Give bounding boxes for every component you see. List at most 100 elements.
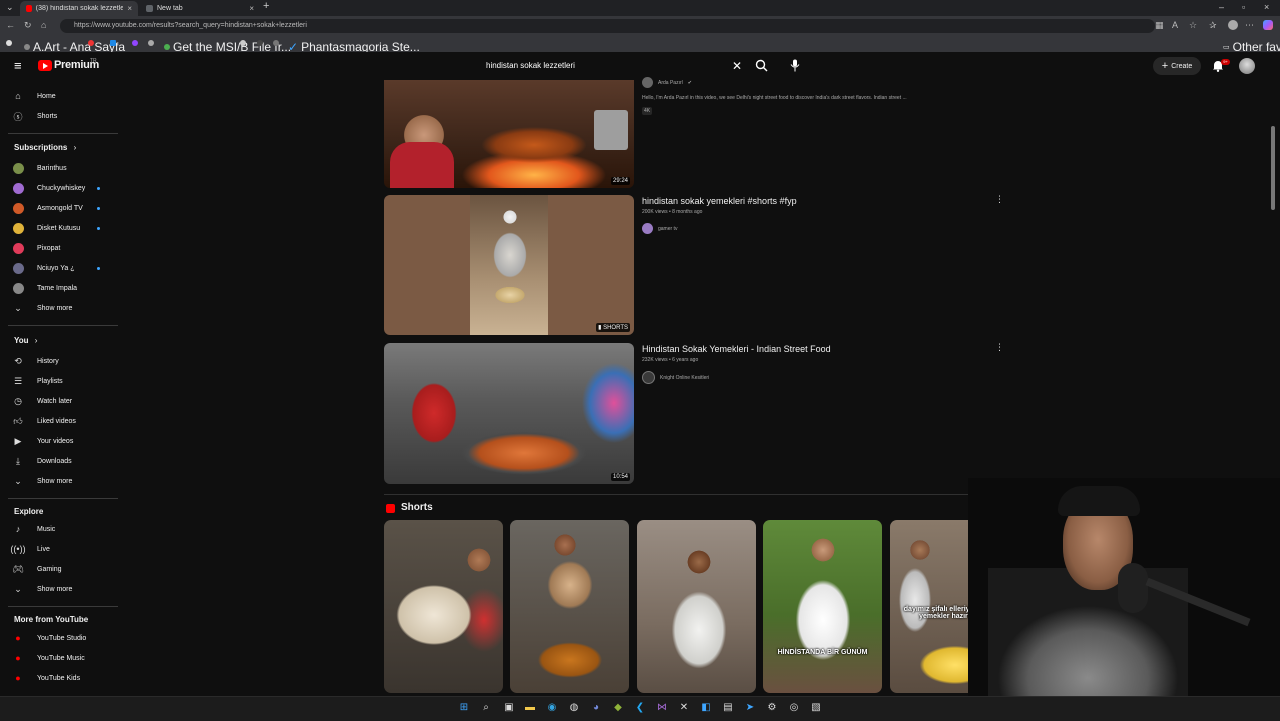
sidebar-item-history[interactable]: ⟲ History [10,352,116,370]
tab-actions-icon[interactable]: ⌄ [6,2,14,13]
task-view-icon[interactable]: ▣ [502,701,516,715]
sidebar-item-live[interactable]: ((•)) Live [10,540,116,558]
tab-new-tab[interactable]: New tab × [140,1,260,16]
sidebar-item-nciuyo[interactable]: Nciuyo Ya ¿ [10,259,116,277]
favorite-star-icon[interactable]: ☆ [1189,20,1197,31]
discord-icon[interactable]: ◕ [589,701,603,715]
search-icon[interactable] [755,59,768,75]
menu-icon[interactable]: ≡ [14,58,22,73]
app-icon[interactable]: ◆ [611,701,625,715]
back-icon[interactable]: ← [6,20,15,30]
copilot-icon[interactable] [1263,20,1273,30]
tab-youtube[interactable]: (38) hindistan sokak lezzetleri - Yo × [20,1,138,16]
app-icon[interactable]: ▤ [721,701,735,715]
short-card[interactable] [510,520,629,693]
bookmark-icon-b[interactable] [257,40,263,46]
video-title[interactable]: hindistan sokak yemekleri #shorts #fyp [642,196,797,206]
sidebar-item-tame-impala[interactable]: Tame Impala [10,279,116,297]
you-heading[interactable]: You › [14,336,37,345]
sidebar-item-chuckywhiskey[interactable]: Chuckywhiskey [10,179,116,197]
sidebar-item-watch-later[interactable]: ◷ Watch later [10,392,116,410]
vscode-icon[interactable]: ❮ [633,701,647,715]
app-icon[interactable]: ➤ [743,701,757,715]
settings-icon[interactable]: ⚙ [765,701,779,715]
taskbar-search-icon[interactable]: ⌕ [479,701,493,715]
create-button[interactable]: + Create [1153,57,1201,75]
avatar[interactable] [1239,58,1255,74]
edge-icon[interactable]: ◉ [545,701,559,715]
short-card[interactable]: HİNDİSTANDA BİR GÜNÜM [763,520,882,693]
home-page-icon[interactable]: ⌂ [41,20,46,30]
sidebar-item-youtube-kids[interactable]: ● YouTube Kids [10,669,116,687]
sidebar-item-gaming[interactable]: 🎮︎ Gaming [10,560,116,578]
clear-search-icon[interactable]: ✕ [732,59,742,73]
refresh-icon[interactable]: ↻ [24,20,32,31]
bookmark-icon[interactable] [6,40,12,46]
sidebar-show-more-subscriptions[interactable]: ⌄ Show more [10,299,116,317]
sidebar-item-pixopat[interactable]: Pixopat [10,239,116,257]
logo-play-icon [43,63,48,69]
sidebar-item-label: YouTube Studio [37,634,87,642]
subscriptions-heading[interactable]: Subscriptions › [14,143,76,152]
microphone-icon[interactable] [790,59,800,75]
short-card[interactable] [637,520,756,693]
more-icon[interactable]: ⋯ [1245,20,1254,31]
window-close-icon[interactable]: × [1264,2,1269,12]
sidebar-item-music[interactable]: ♪ Music [10,520,116,538]
app-icon[interactable]: ◧ [699,701,713,715]
chrome-icon[interactable]: ◍ [567,701,581,715]
bookmark-gray-icon[interactable] [148,40,154,46]
scrollbar-thumb[interactable] [1271,126,1275,210]
home-icon: ⌂ [15,91,21,101]
sidebar-item-your-videos[interactable]: ▶ Your videos [10,432,116,450]
bookmark-linkedin-icon[interactable] [110,40,116,46]
sidebar-item-downloads[interactable]: ⤓ Downloads [10,452,116,470]
file-explorer-icon[interactable]: ▬ [523,701,537,715]
sidebar-item-youtube-studio[interactable]: ● YouTube Studio [10,629,116,647]
avatar [13,202,24,214]
more-actions-icon[interactable]: ⋮ [995,194,1004,205]
app-icon[interactable]: ▧ [809,701,823,715]
sidebar-show-more-explore[interactable]: ⌄ Show more [10,580,116,598]
short-card[interactable] [384,520,503,693]
video-thumbnail[interactable]: ▮ SHORTS [384,195,634,335]
search-input[interactable]: hindistan sokak lezzetleri [478,56,750,76]
sidebar-item-shorts[interactable]: ⓢ Shorts [10,107,116,125]
app-icon[interactable]: ✕ [677,701,691,715]
video-thumbnail[interactable]: 29:24 [384,80,634,188]
channel-link[interactable]: Knight Online Kesitleri [642,371,709,384]
sidebar-show-more-you[interactable]: ⌄ Show more [10,472,116,490]
sidebar-item-barinthus[interactable]: Barinthus [10,159,116,177]
channel-link[interactable]: Arda Pazırl ✔ [642,77,692,88]
avatar [642,371,655,384]
bookmark-icon-c[interactable] [273,40,279,46]
channel-link[interactable]: gamer tv [642,223,677,234]
sidebar-item-disket-kutusu[interactable]: Disket Kutusu [10,219,116,237]
apps-icon[interactable]: ▦ [1155,20,1164,31]
sidebar-item-youtube-music[interactable]: ● YouTube Music [10,649,116,667]
read-aloud-icon[interactable]: A [1172,20,1178,30]
video-thumbnail[interactable]: 10:54 [384,343,634,484]
bookmark-red-icon[interactable] [88,40,94,46]
more-actions-icon[interactable]: ⋮ [995,342,1004,353]
windows-start-icon[interactable]: ⊞ [457,701,471,715]
logo-country-code: TR [90,58,97,64]
sidebar-item-playlists[interactable]: ☰ Playlists [10,372,116,390]
minimize-icon[interactable]: – [1219,2,1224,12]
maximize-icon[interactable]: ▫ [1242,2,1245,12]
bookmark-twitch-icon[interactable] [132,40,138,46]
visual-studio-icon[interactable]: ⋈ [655,701,669,715]
sidebar-item-home[interactable]: ⌂ Home [10,87,116,105]
video-title[interactable]: Hindistan Sokak Yemekleri - Indian Stree… [642,344,831,354]
favorites-icon[interactable]: ✰ [1209,20,1217,31]
steam-icon[interactable]: ◎ [787,701,801,715]
heading-text: Subscriptions [14,143,68,152]
sidebar-item-liked-videos[interactable]: 👍︎ Liked videos [10,412,116,430]
profile-icon[interactable] [1228,20,1238,30]
sidebar-item-asmongold[interactable]: Asmongold TV [10,199,116,217]
close-tab-icon[interactable]: × [249,4,254,13]
url-field[interactable]: https://www.youtube.com/results?search_q… [60,19,1155,33]
close-tab-icon[interactable]: × [127,4,132,13]
new-tab-icon[interactable]: + [263,0,269,12]
bookmark-icon-a[interactable] [240,40,246,46]
